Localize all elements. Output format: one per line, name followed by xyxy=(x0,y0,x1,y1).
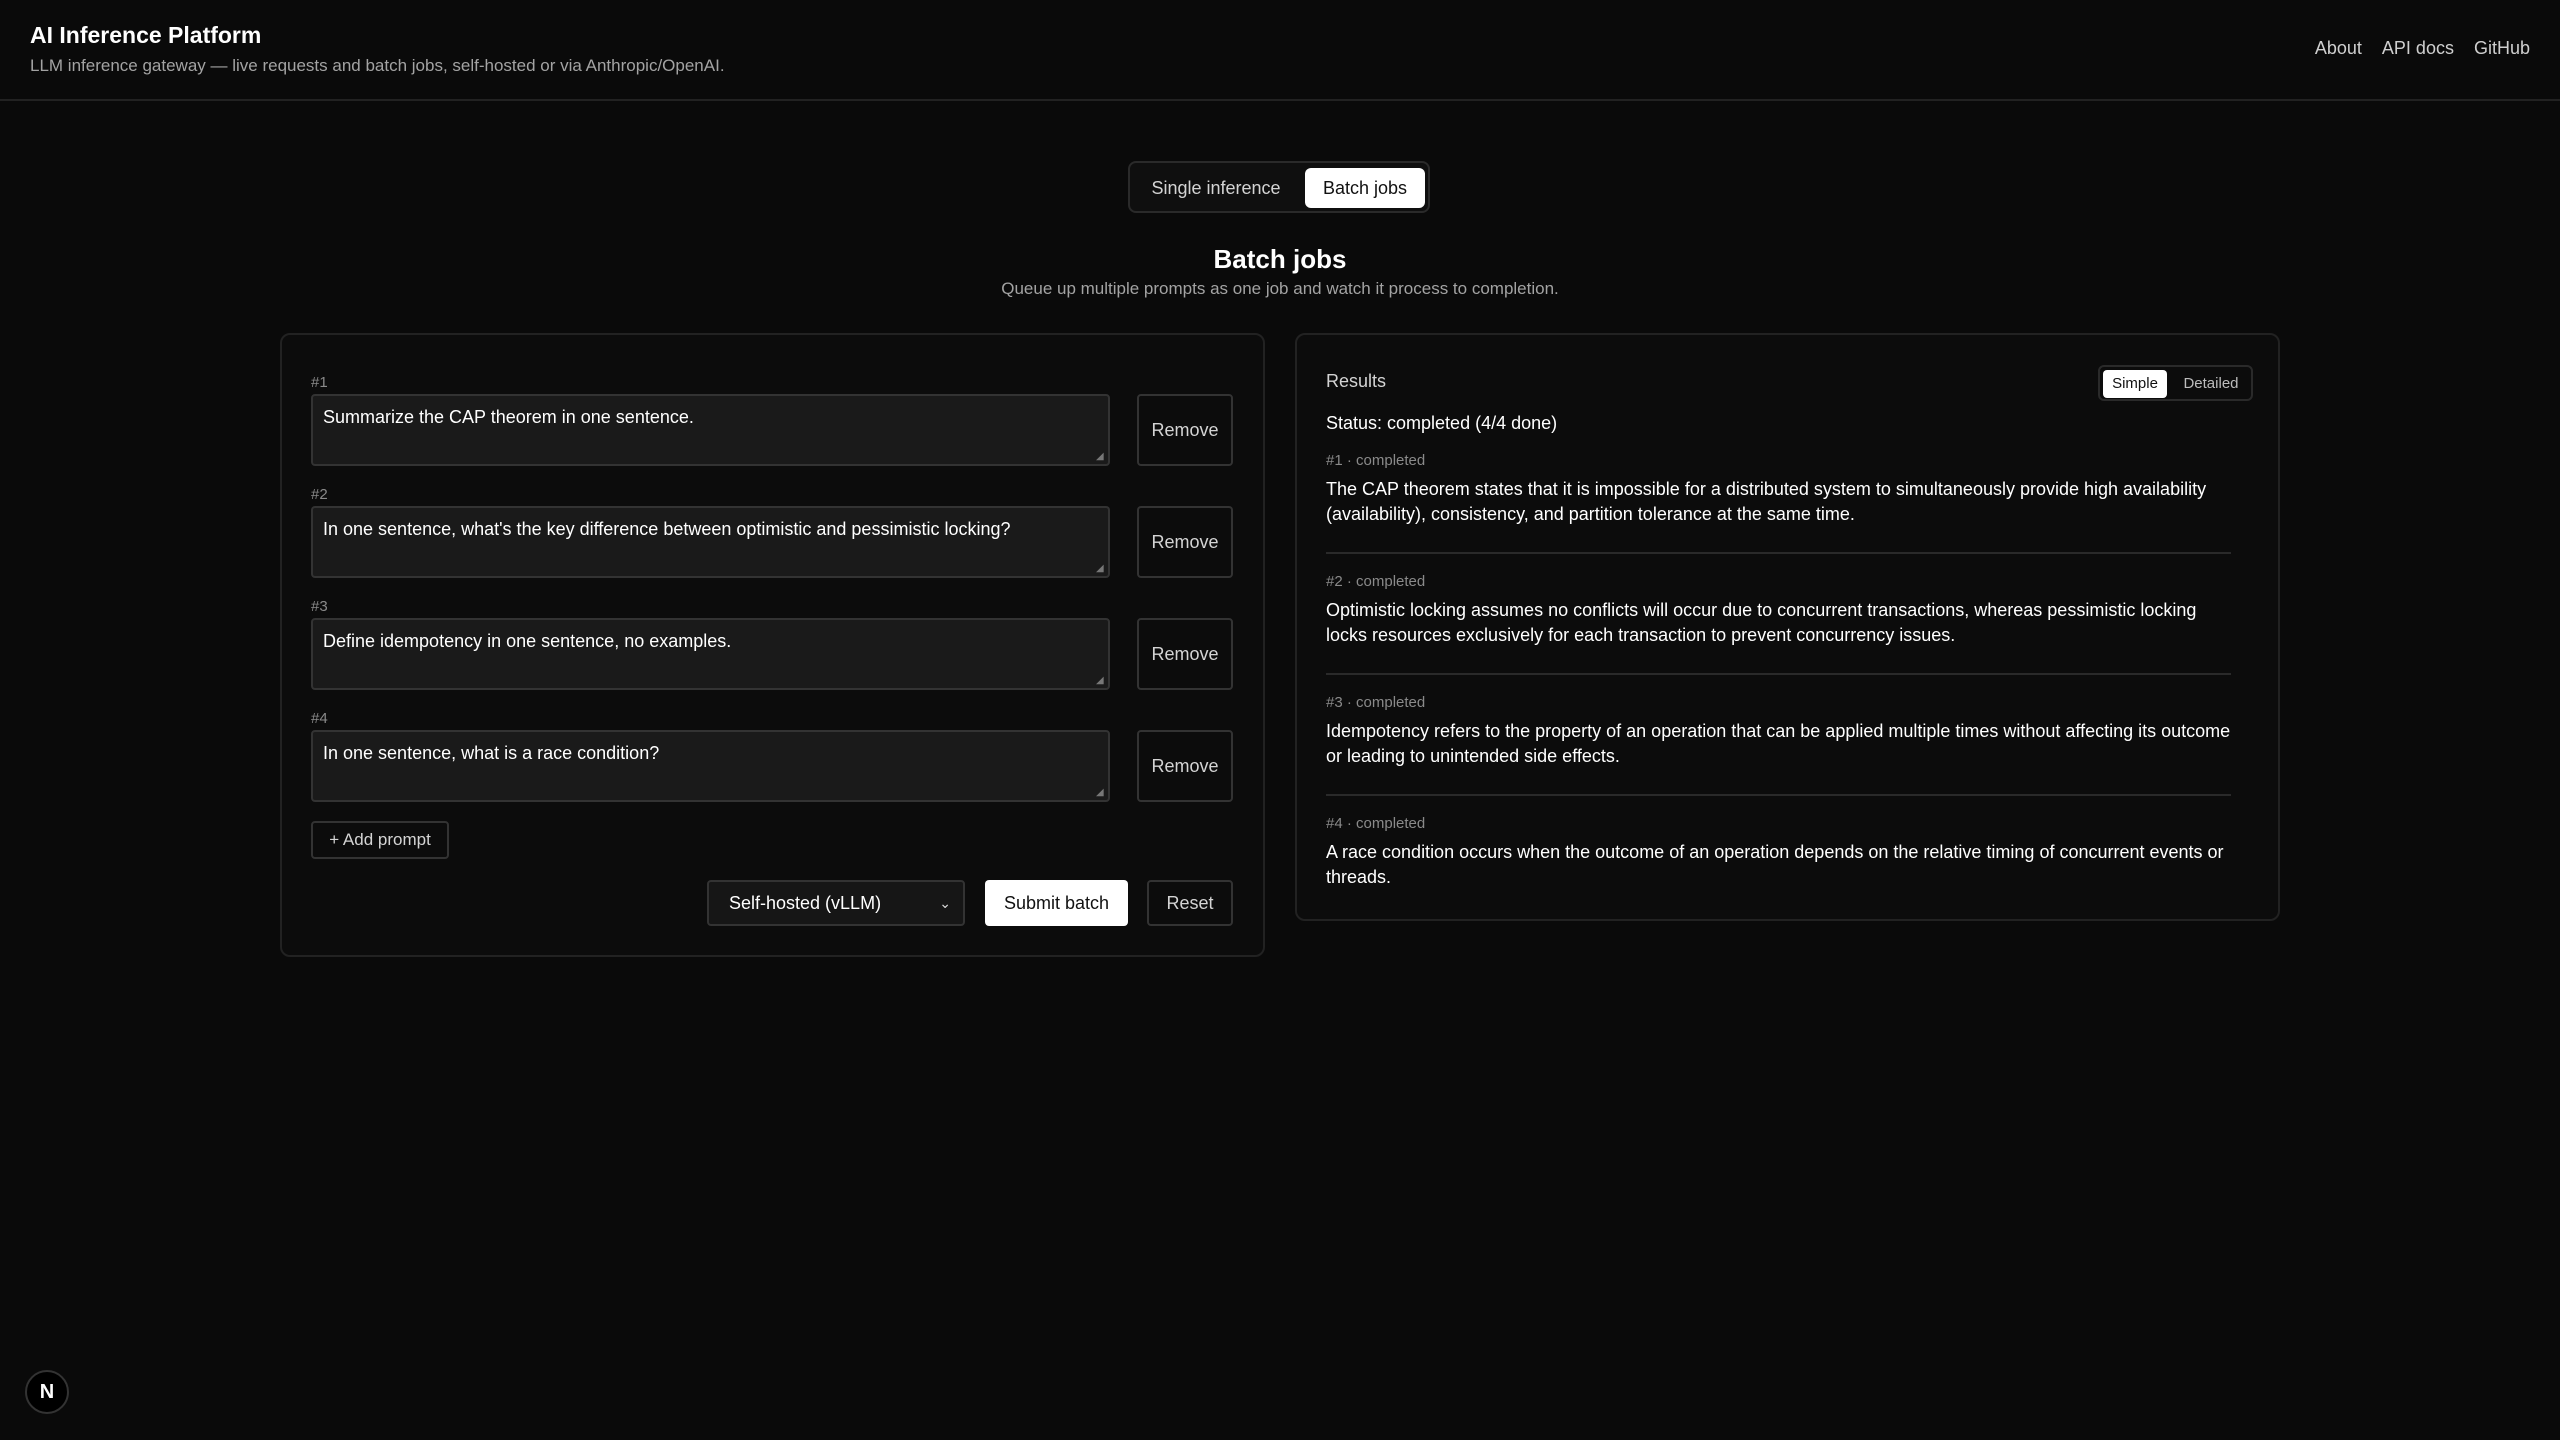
nav-link-about[interactable]: About xyxy=(2315,38,2362,59)
view-detailed-button[interactable]: Detailed xyxy=(2173,370,2249,398)
remove-prompt-button[interactable]: Remove xyxy=(1137,394,1233,466)
reset-button[interactable]: Reset xyxy=(1147,880,1233,926)
result-text: A race condition occurs when the outcome… xyxy=(1326,842,2224,887)
app-subtitle: LLM inference gateway — live requests an… xyxy=(30,56,725,75)
resize-handle-icon[interactable]: ◢ xyxy=(1096,564,1106,574)
chevron-down-icon: ⌄ xyxy=(939,895,951,911)
prompt-text: Define idempotency in one sentence, no e… xyxy=(323,631,732,651)
remove-prompt-button[interactable]: Remove xyxy=(1137,506,1233,578)
submit-batch-button[interactable]: Submit batch xyxy=(985,880,1128,926)
prompt-textarea[interactable]: Define idempotency in one sentence, no e… xyxy=(311,618,1110,690)
remove-prompt-button[interactable]: Remove xyxy=(1137,618,1233,690)
resize-handle-icon[interactable]: ◢ xyxy=(1096,788,1106,798)
result-item: #1 · completed The CAP theorem states th… xyxy=(1326,452,2231,527)
result-item: #3 · completed Idempotency refers to the… xyxy=(1326,694,2231,769)
result-text: Idempotency refers to the property of an… xyxy=(1326,721,2231,766)
result-divider xyxy=(1326,552,2231,554)
provider-select[interactable]: Self-hosted (vLLM) ⌄ xyxy=(707,880,965,926)
batch-status: Status: completed (4/4 done) xyxy=(1326,413,1558,433)
view-simple-button[interactable]: Simple xyxy=(2103,370,2167,398)
result-item: #2 · completed Optimistic locking assume… xyxy=(1326,573,2231,648)
dev-tools-badge[interactable]: N xyxy=(25,1370,69,1414)
result-text: The CAP theorem states that it is imposs… xyxy=(1326,479,2207,524)
result-meta: #2 · completed xyxy=(1326,573,1426,590)
nav-link-github[interactable]: GitHub xyxy=(2474,38,2530,59)
prompt-textarea[interactable]: In one sentence, what is a race conditio… xyxy=(311,730,1110,802)
results-view-toggle: Simple Detailed xyxy=(2098,365,2253,401)
prompt-text: Summarize the CAP theorem in one sentenc… xyxy=(323,407,694,427)
prompt-label: #1 xyxy=(311,374,328,391)
add-prompt-button[interactable]: + Add prompt xyxy=(311,821,449,859)
tab-batch-jobs[interactable]: Batch jobs xyxy=(1305,168,1425,208)
page-subtitle: Queue up multiple prompts as one job and… xyxy=(1001,279,1559,298)
page-title: Batch jobs xyxy=(1213,244,1347,274)
app-title: AI Inference Platform xyxy=(30,22,262,48)
mode-tabs: Single inference Batch jobs xyxy=(1128,161,1430,213)
results-title: Results xyxy=(1326,371,1387,391)
result-divider xyxy=(1326,794,2231,796)
result-meta: #1 · completed xyxy=(1326,452,1426,469)
result-item: #4 · completed A race condition occurs w… xyxy=(1326,815,2231,890)
resize-handle-icon[interactable]: ◢ xyxy=(1096,676,1106,686)
results-panel: Results Simple Detailed Status: complete… xyxy=(1295,333,2280,921)
tab-single-inference[interactable]: Single inference xyxy=(1136,168,1296,208)
prompt-label: #3 xyxy=(311,598,328,615)
batch-input-panel: #1 Summarize the CAP theorem in one sent… xyxy=(280,333,1265,957)
result-meta: #4 · completed xyxy=(1326,815,1426,832)
prompt-text: In one sentence, what is a race conditio… xyxy=(323,743,660,763)
app-header: AI Inference Platform LLM inference gate… xyxy=(0,0,2560,101)
prompt-label: #4 xyxy=(311,710,328,727)
result-divider xyxy=(1326,673,2231,675)
resize-handle-icon[interactable]: ◢ xyxy=(1096,452,1106,462)
remove-prompt-button[interactable]: Remove xyxy=(1137,730,1233,802)
prompt-textarea[interactable]: Summarize the CAP theorem in one sentenc… xyxy=(311,394,1110,466)
provider-select-value: Self-hosted (vLLM) xyxy=(729,893,882,913)
result-text: Optimistic locking assumes no conflicts … xyxy=(1326,600,2197,645)
nav-link-api-docs[interactable]: API docs xyxy=(2382,38,2454,59)
prompt-label: #2 xyxy=(311,486,328,503)
prompt-textarea[interactable]: In one sentence, what's the key differen… xyxy=(311,506,1110,578)
top-nav: About API docs GitHub xyxy=(2315,38,2530,59)
prompt-text: In one sentence, what's the key differen… xyxy=(323,519,1011,539)
result-meta: #3 · completed xyxy=(1326,694,1426,711)
